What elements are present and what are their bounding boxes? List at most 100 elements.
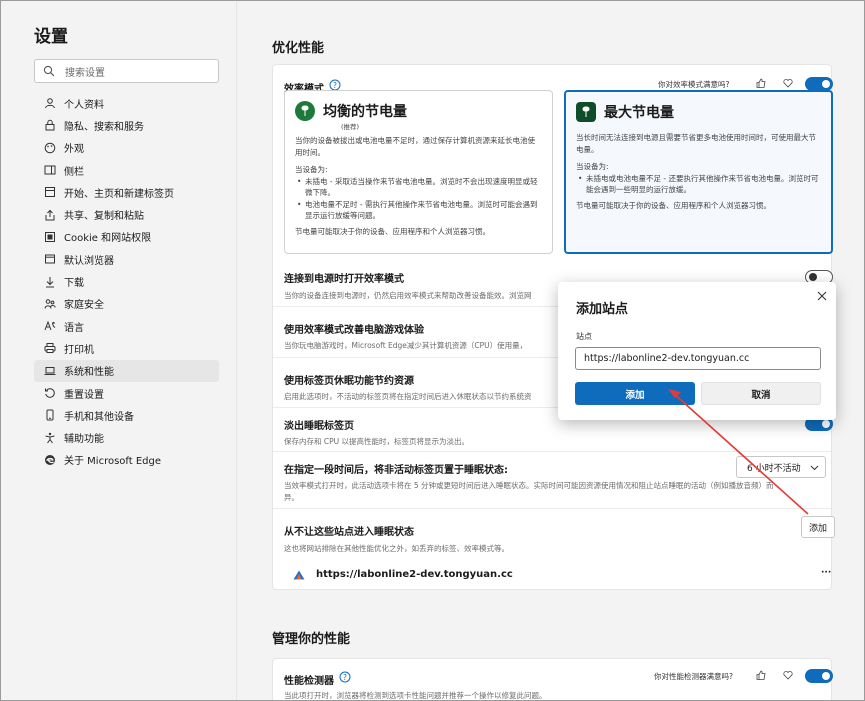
gaming-title: 使用效率模式改善电脑游戏体验 (284, 325, 424, 336)
site-favicon-icon (293, 570, 305, 580)
detector-toggle[interactable] (805, 669, 833, 683)
sidebar-item-label: 个人资料 (64, 99, 104, 111)
add-site-button[interactable]: 添加 (801, 516, 835, 538)
sidebar-item-privacy[interactable]: 隐私、搜索和服务 (34, 114, 219, 136)
site-list-item: https://labonline2-dev.tongyuan.cc ··· (273, 560, 831, 590)
sidebar-item-label: 家庭安全 (64, 300, 104, 312)
dialog-cancel-button[interactable]: 取消 (701, 382, 821, 405)
cookie-icon (45, 231, 55, 242)
sidebar-item-about[interactable]: 关于 Microsoft Edge (34, 449, 219, 471)
sidebar-item-label: 辅助功能 (64, 434, 104, 446)
inactive-title: 在指定一段时间后，将非活动标签页置于睡眠状态: (284, 465, 508, 476)
sidebar-item-label: 外观 (64, 144, 84, 156)
inactive-duration-dropdown[interactable]: 6 小时不活动 (736, 456, 826, 478)
section-title-optimize: 优化性能 (272, 41, 325, 56)
heart-icon[interactable] (783, 670, 793, 680)
profile-icon (45, 98, 55, 109)
efficiency-feedback-text: 你对效率模式满意吗? (658, 80, 730, 89)
sidebar-item-default-browser[interactable]: 默认浏览器 (34, 248, 219, 270)
search-icon (43, 65, 55, 77)
max-mode-option[interactable]: 最大节电量 当长时间无法连接到电源且需要节省更多电池使用时间时，可使用最大节电量… (564, 90, 833, 254)
sidebar-item-label: 重置设置 (64, 389, 104, 401)
leaf-plus-icon (576, 102, 596, 122)
sidebar-item-sidebar[interactable]: 侧栏 (34, 159, 219, 181)
sleeping-tabs-desc: 启用此选项时，不活动的标签页将在指定时间后进入休眠状态以节约系统资 (284, 392, 532, 401)
reset-icon (45, 388, 55, 398)
accessibility-icon (45, 432, 55, 443)
fade-desc: 保存内存和 CPU 以提高性能时，标签页将显示为淡出。 (284, 437, 470, 446)
sidebar-item-printers[interactable]: 打印机 (34, 337, 219, 359)
svg-text:?: ? (343, 673, 347, 682)
sidebar-item-label: 手机和其他设备 (64, 411, 134, 423)
sidebar-item-start-home[interactable]: 开始、主页和新建标签页 (34, 181, 219, 203)
sidebar-item-system[interactable]: 系统和性能 (34, 359, 219, 382)
sidebar-item-label: 下载 (64, 278, 84, 290)
manage-card: 性能检测器 ? 当此项打开时，浏览器将检测到选项卡性能问题并推荐一个操作以修复此… (272, 658, 833, 701)
home-icon (45, 187, 55, 198)
sidebar-item-reset[interactable]: 重置设置 (34, 382, 219, 404)
sidebar-item-label: 默认浏览器 (64, 255, 114, 267)
sidebar-item-label: 语言 (64, 322, 84, 334)
sidebar-item-phone[interactable]: 手机和其他设备 (34, 404, 219, 426)
sidebar-item-accessibility[interactable]: 辅助功能 (34, 426, 219, 448)
leaf-icon (295, 101, 315, 121)
sidebar-item-downloads[interactable]: 下载 (34, 270, 219, 292)
sidebar-item-profile[interactable]: 个人资料 (34, 92, 219, 114)
sidebar-item-cookies[interactable]: Cookie 和网站权限 (34, 226, 219, 248)
more-options-icon[interactable]: ··· (821, 568, 831, 578)
balanced-mode-option[interactable]: 均衡的节电量 (推荐) 当你的设备被拔出或电池电量不足时，通过保存计算机资源来延… (284, 90, 553, 254)
sidebar-item-share[interactable]: 共享、复制和粘贴 (34, 203, 219, 225)
balanced-mode-desc: 当你的设备被拔出或电池电量不足时，通过保存计算机资源来延长电池使用时间。 当设备… (295, 135, 542, 237)
sidebar-title: 设置 (34, 27, 68, 47)
sidebar-item-languages[interactable]: 语言 (34, 315, 219, 337)
detector-title: 性能检测器 (284, 676, 334, 687)
recommended-label: (推荐) (341, 123, 360, 131)
site-input[interactable]: https://labonline2-dev.tongyuan.cc (575, 347, 821, 370)
sidebar-item-label: 侧栏 (64, 166, 84, 178)
dialog-title: 添加站点 (576, 302, 629, 317)
sidebar-item-label: Cookie 和网站权限 (64, 233, 152, 245)
sidebar: 设置 搜索设置 个人资料 隐私、搜索和服务 外观 侧栏 开始、主页和新建标签页 … (0, 0, 237, 701)
palette-icon (44, 142, 56, 154)
site-url: https://labonline2-dev.tongyuan.cc (316, 569, 513, 580)
balanced-mode-name: 均衡的节电量 (323, 104, 407, 120)
search-placeholder: 搜索设置 (65, 67, 105, 79)
dialog-add-button[interactable]: 添加 (575, 382, 695, 405)
thumbs-up-icon[interactable] (756, 78, 766, 88)
detector-desc: 当此项打开时，浏览器将检测到选项卡性能问题并推荐一个操作以修复此问题。 (284, 691, 547, 700)
printer-icon (44, 343, 56, 354)
sidebar-item-appearance[interactable]: 外观 (34, 137, 219, 159)
edge-icon (45, 454, 55, 465)
add-site-dialog: 添加站点 站点 https://labonline2-dev.tongyuan.… (558, 282, 836, 420)
download-icon (46, 276, 54, 288)
sidebar-item-label: 打印机 (64, 344, 94, 356)
lock-icon (45, 120, 55, 131)
dropdown-value: 6 小时不活动 (747, 463, 801, 474)
sidebar-item-label: 关于 Microsoft Edge (64, 456, 162, 468)
sidebar-icon (44, 165, 56, 175)
thumbs-up-icon[interactable] (756, 670, 766, 680)
help-icon[interactable]: ? (339, 671, 351, 683)
heart-icon[interactable] (783, 78, 793, 88)
sidebar-item-label: 开始、主页和新建标签页 (64, 188, 174, 200)
sidebar-item-label: 隐私、搜索和服务 (64, 121, 144, 133)
chevron-down-icon (810, 465, 819, 470)
never-sleep-title: 从不让这些站点进入睡眠状态 (284, 527, 414, 538)
search-input[interactable]: 搜索设置 (34, 59, 219, 83)
svg-text:?: ? (333, 81, 337, 90)
detector-feedback-text: 你对性能检测器满意吗? (654, 672, 733, 681)
laptop-icon (44, 366, 56, 375)
power-connect-title: 连接到电源时打开效率模式 (284, 274, 404, 285)
share-icon (45, 209, 55, 221)
inactive-desc: 当效率模式打开时，此活动选项卡将在 5 分钟或更短时间后进入睡眠状态。实际时间可… (284, 481, 774, 490)
efficiency-toggle[interactable] (805, 77, 833, 91)
inactive-desc-2: 异。 (284, 493, 299, 502)
section-title-manage: 管理你的性能 (272, 632, 351, 647)
sidebar-item-family[interactable]: 家庭安全 (34, 293, 219, 315)
close-icon[interactable] (816, 290, 828, 302)
fade-title: 淡出睡眠标签页 (284, 421, 354, 432)
phone-icon (46, 409, 54, 421)
power-connect-desc: 当你的设备连接到电源时，仍然启用效率模式来帮助改善设备能效。浏览网 (284, 291, 532, 300)
language-icon (44, 320, 56, 331)
browser-icon (45, 254, 55, 264)
